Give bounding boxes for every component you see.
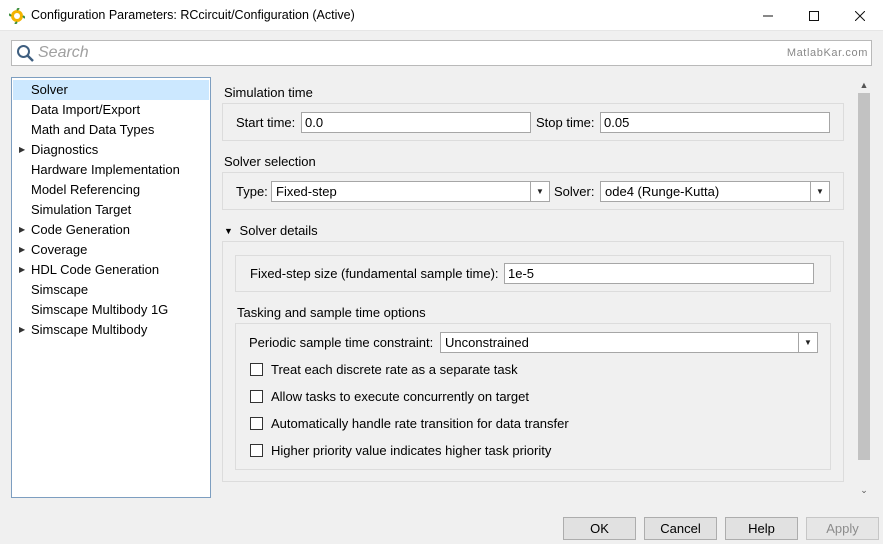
- checkbox-higher-priority[interactable]: Higher priority value indicates higher t…: [250, 443, 750, 461]
- start-time-input[interactable]: 0.0: [301, 112, 531, 133]
- section-title-solver-details: Solver details: [239, 223, 318, 238]
- tree-item-label: Model Referencing: [31, 182, 141, 197]
- apply-button[interactable]: Apply: [806, 517, 879, 540]
- tree-item-label: Hardware Implementation: [31, 162, 180, 177]
- tree-item-data-import-export[interactable]: Data Import/Export: [13, 100, 209, 120]
- section-title-simulation-time: Simulation time: [224, 85, 313, 100]
- help-button[interactable]: Help: [725, 517, 798, 540]
- type-dropdown[interactable]: Fixed-step ▼: [271, 181, 550, 202]
- fixed-step-size-label: Fixed-step size (fundamental sample time…: [250, 266, 499, 281]
- solver-dropdown-value: ode4 (Runge-Kutta): [605, 184, 720, 199]
- tree-item-label: Diagnostics: [31, 142, 99, 157]
- watermark-text: MatlabKar.com: [786, 47, 868, 59]
- tree-item-label: Simscape: [31, 282, 89, 297]
- start-time-label: Start time:: [236, 115, 296, 130]
- maximize-button[interactable]: [791, 0, 837, 31]
- periodic-constraint-value: Unconstrained: [445, 335, 529, 350]
- collapse-arrow-icon: ▼: [224, 226, 233, 236]
- tree-item-hdl-code-generation[interactable]: ▶ HDL Code Generation: [13, 260, 209, 280]
- chevron-down-icon[interactable]: ▼: [810, 182, 829, 201]
- search-input[interactable]: [38, 43, 738, 63]
- tree-item-simscape-multibody[interactable]: ▶ Simscape Multibody: [13, 320, 209, 340]
- tree-item-label: Simulation Target: [31, 202, 132, 217]
- tree-item-math-data-types[interactable]: Math and Data Types: [13, 120, 209, 140]
- step-size-group: Fixed-step size (fundamental sample time…: [235, 255, 831, 292]
- close-icon: [854, 8, 866, 24]
- tree-item-simscape[interactable]: Simscape: [13, 280, 209, 300]
- checkbox-label: Automatically handle rate transition for…: [271, 416, 569, 431]
- checkbox-box[interactable]: [250, 444, 263, 457]
- simulink-icon: [8, 7, 26, 25]
- type-label: Type:: [236, 184, 268, 199]
- stop-time-label: Stop time:: [536, 115, 595, 130]
- solver-label: Solver:: [554, 184, 595, 199]
- checkbox-separate-task[interactable]: Treat each discrete rate as a separate t…: [250, 362, 750, 380]
- close-button[interactable]: [837, 0, 883, 31]
- maximize-icon: [809, 8, 819, 24]
- section-title-solver-selection: Solver selection: [224, 154, 316, 169]
- checkbox-label: Higher priority value indicates higher t…: [271, 443, 552, 458]
- expand-arrow-icon[interactable]: ▶: [19, 240, 25, 260]
- tasking-group: Periodic sample time constraint: Unconst…: [235, 323, 831, 470]
- minimize-icon: [763, 8, 773, 24]
- expand-arrow-icon[interactable]: ▶: [19, 260, 25, 280]
- expand-arrow-icon[interactable]: ▶: [19, 220, 25, 240]
- solver-dropdown[interactable]: ode4 (Runge-Kutta) ▼: [600, 181, 830, 202]
- tree-item-label: HDL Code Generation: [31, 262, 160, 277]
- section-title-tasking: Tasking and sample time options: [237, 305, 426, 320]
- vertical-scrollbar[interactable]: ▲ ⌄: [856, 77, 872, 498]
- tree-item-label: Math and Data Types: [31, 122, 155, 137]
- fixed-step-size-input[interactable]: 1e-5: [504, 263, 814, 284]
- solver-details-toggle[interactable]: ▼ Solver details: [224, 223, 318, 238]
- scroll-up-icon[interactable]: ▲: [856, 77, 872, 93]
- expand-arrow-icon[interactable]: ▶: [19, 140, 25, 160]
- tree-item-solver[interactable]: Solver: [13, 80, 209, 100]
- tree-item-diagnostics[interactable]: ▶ Diagnostics: [13, 140, 209, 160]
- expand-arrow-icon[interactable]: ▶: [19, 320, 25, 340]
- solver-selection-group: Type: Fixed-step ▼ Solver: ode4 (Runge-K…: [222, 172, 844, 210]
- category-tree: Solver Data Import/Export Math and Data …: [11, 77, 211, 498]
- tree-item-simulation-target[interactable]: Simulation Target: [13, 200, 209, 220]
- tree-item-coverage[interactable]: ▶ Coverage: [13, 240, 209, 260]
- checkbox-box[interactable]: [250, 390, 263, 403]
- tree-item-label: Simscape Multibody 1G: [31, 302, 169, 317]
- stop-time-input[interactable]: 0.05: [600, 112, 830, 133]
- minimize-button[interactable]: [745, 0, 791, 31]
- checkbox-concurrent-tasks[interactable]: Allow tasks to execute concurrently on t…: [250, 389, 750, 407]
- tree-item-label: Simscape Multibody: [31, 322, 148, 337]
- ok-button[interactable]: OK: [563, 517, 636, 540]
- tree-item-simscape-multibody-1g[interactable]: Simscape Multibody 1G: [13, 300, 209, 320]
- scroll-down-icon[interactable]: ⌄: [856, 482, 872, 498]
- chevron-down-icon[interactable]: ▼: [798, 333, 817, 352]
- search-icon: [16, 44, 35, 63]
- simulation-time-group: Start time: 0.0 Stop time: 0.05: [222, 103, 844, 141]
- checkbox-rate-transition[interactable]: Automatically handle rate transition for…: [250, 416, 750, 434]
- chevron-down-icon[interactable]: ▼: [530, 182, 549, 201]
- checkbox-box[interactable]: [250, 363, 263, 376]
- tree-item-label: Code Generation: [31, 222, 131, 237]
- checkbox-box[interactable]: [250, 417, 263, 430]
- checkbox-label: Allow tasks to execute concurrently on t…: [271, 389, 529, 404]
- type-dropdown-value: Fixed-step: [276, 184, 337, 199]
- checkbox-label: Treat each discrete rate as a separate t…: [271, 362, 518, 377]
- tree-item-hardware-implementation[interactable]: Hardware Implementation: [13, 160, 209, 180]
- cancel-button[interactable]: Cancel: [644, 517, 717, 540]
- scrollbar-thumb[interactable]: [858, 93, 870, 460]
- tree-item-model-referencing[interactable]: Model Referencing: [13, 180, 209, 200]
- tree-item-code-generation[interactable]: ▶ Code Generation: [13, 220, 209, 240]
- solver-details-group: Fixed-step size (fundamental sample time…: [222, 241, 844, 482]
- periodic-constraint-label: Periodic sample time constraint:: [249, 335, 434, 350]
- tree-item-label: Data Import/Export: [31, 102, 141, 117]
- solver-pane: Simulation time Start time: 0.0 Stop tim…: [216, 77, 855, 498]
- tree-item-label: Solver: [31, 82, 68, 97]
- window-title: Configuration Parameters: RCcircuit/Conf…: [31, 8, 355, 22]
- periodic-constraint-dropdown[interactable]: Unconstrained ▼: [440, 332, 818, 353]
- title-bar: Configuration Parameters: RCcircuit/Conf…: [0, 0, 883, 31]
- search-bar: MatlabKar.com: [11, 40, 872, 66]
- tree-item-label: Coverage: [31, 242, 88, 257]
